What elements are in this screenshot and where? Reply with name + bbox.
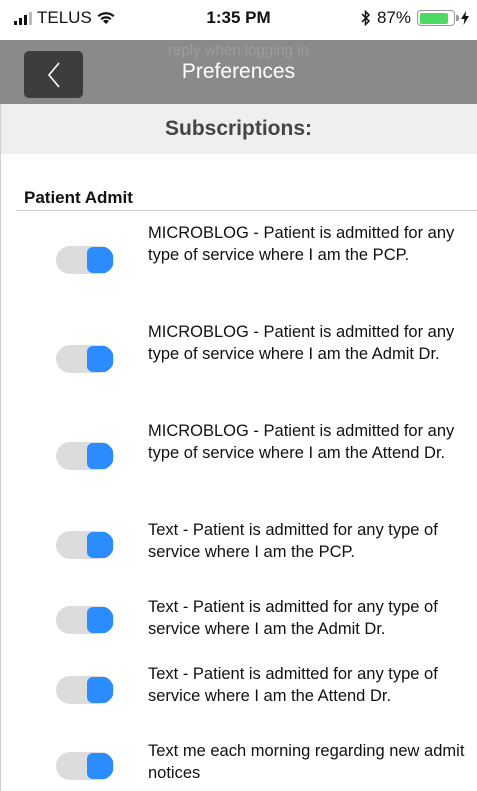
charging-icon [461, 11, 469, 25]
subscription-toggle[interactable] [56, 676, 114, 704]
bluetooth-icon [361, 10, 371, 26]
page-title: Preferences [181, 60, 296, 83]
subscription-label: Text - Patient is admitted for any type … [148, 521, 438, 561]
subscription-label: MICROBLOG - Patient is admitted for any … [148, 323, 455, 363]
status-bar: TELUS 1:35 PM 87% [0, 0, 477, 40]
group-divider [16, 210, 477, 211]
subscription-label: Text me each morning regarding new admit… [148, 742, 465, 782]
subscription-label: Text - Patient is admitted for any type … [148, 665, 438, 705]
navigation-bar: reply when logging in Preferences [0, 40, 477, 104]
left-border [0, 104, 1, 791]
group-label: Patient Admit [24, 188, 133, 207]
subscription-toggle[interactable] [56, 442, 114, 470]
battery-percent: 87% [376, 8, 411, 27]
battery-icon [417, 10, 459, 26]
subscriptions-header: Subscriptions: [0, 104, 477, 154]
battery-level [419, 12, 449, 24]
battery-group: 87% [361, 8, 469, 28]
subscription-label: Text - Patient is admitted for any type … [148, 598, 438, 638]
subscription-label: MICROBLOG - Patient is admitted for any … [148, 224, 455, 264]
subscription-toggle[interactable] [56, 345, 114, 373]
subscriptions-title: Subscriptions: [164, 117, 312, 140]
subscription-toggle[interactable] [56, 531, 114, 559]
subscription-label: MICROBLOG - Patient is admitted for any … [148, 422, 455, 462]
subscription-toggle[interactable] [56, 752, 114, 780]
subscription-toggle[interactable] [56, 246, 114, 274]
subscription-toggle[interactable] [56, 606, 114, 634]
